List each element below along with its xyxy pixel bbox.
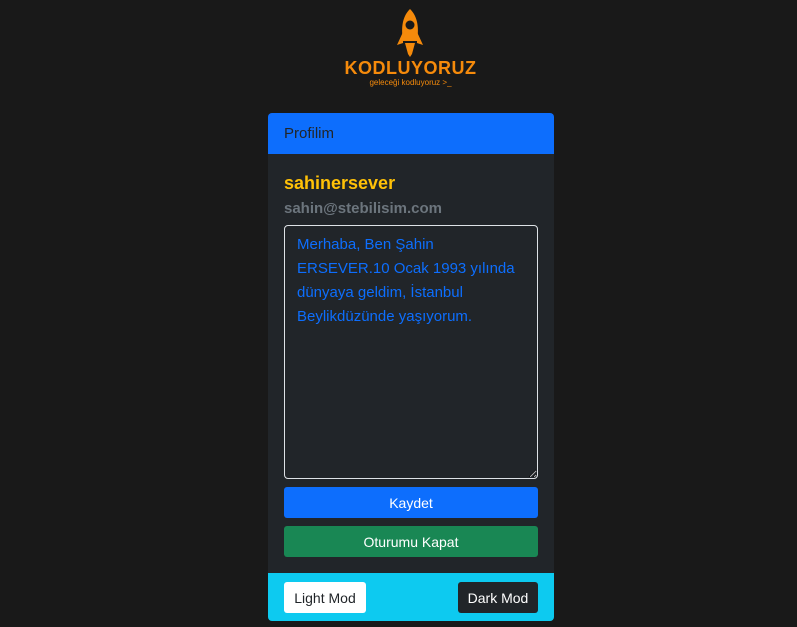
- card-header: Profilim: [268, 113, 554, 154]
- kodluyoruz-logo: KODLUYORUZ geleceği kodluyoruz >_: [0, 0, 797, 100]
- username: sahinersever: [284, 173, 396, 193]
- user-email: sahin@stebilisim.com: [284, 200, 443, 217]
- card-footer: Light Mod Dark Mod: [268, 573, 554, 621]
- brand-name: KODLUYORUZ: [344, 58, 477, 78]
- dark-mode-button[interactable]: Dark Mod: [458, 582, 538, 613]
- save-button[interactable]: Kaydet: [284, 487, 538, 518]
- light-mode-button[interactable]: Light Mod: [284, 582, 366, 613]
- logout-button[interactable]: Oturumu Kapat: [284, 526, 538, 557]
- card-title: Profilim: [284, 125, 335, 142]
- rocket-icon: [397, 9, 423, 57]
- profile-card: Profilim sahinersever sahin@stebilisim.c…: [268, 113, 554, 621]
- bio-textarea[interactable]: Merhaba, Ben Şahin ERSEVER.10 Ocak 1993 …: [284, 225, 538, 479]
- brand-tagline: geleceği kodluyoruz >_: [369, 78, 452, 87]
